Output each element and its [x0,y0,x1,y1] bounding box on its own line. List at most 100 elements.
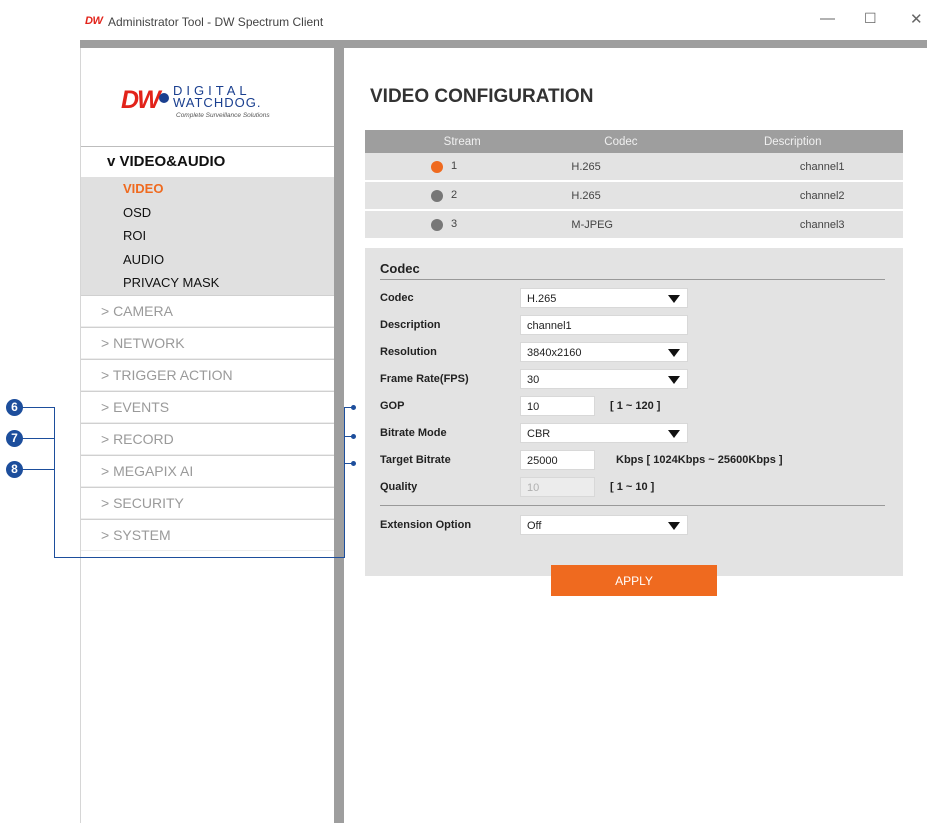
sidebar: DW DIGITAL WATCHDOG. Complete Surveillan… [80,48,335,823]
sidebar-section-video-audio[interactable]: v VIDEO&AUDIO [81,146,335,177]
sidebar-menu: v VIDEO&AUDIO VIDEO OSD ROI AUDIO PRIVAC… [81,146,335,551]
apply-button[interactable]: APPLY [551,565,717,596]
stream-codec: H.265 [559,153,683,182]
frame-rate-value: 30 [527,374,540,386]
callout-line [22,469,54,470]
extension-option-select[interactable]: Off [520,515,688,535]
brand-dot [159,93,169,103]
brand-mark: DW [121,86,161,114]
window-title: Administrator Tool - DW Spectrum Client [108,15,324,29]
window-title-bar: DW Administrator Tool - DW Spectrum Clie… [80,0,927,40]
frame-rate-label: Frame Rate(FPS) [380,373,469,385]
sidebar-item-security[interactable]: > SECURITY [81,486,335,519]
brand-line2: WATCHDOG. [173,95,262,110]
target-bitrate-row: Target Bitrate 25000 Kbps [ 1024Kbps ~ 2… [380,450,900,472]
resolution-select[interactable]: 3840x2160 [520,342,688,362]
column-header-codec: Codec [559,130,683,153]
callout-line [344,407,345,558]
gop-row: GOP 10 [ 1 ~ 120 ] [380,396,900,418]
sidebar-item-trigger-action[interactable]: > TRIGGER ACTION [81,358,335,391]
stream-table: Stream Codec Description 1 H.265 channel… [365,130,903,240]
stream-description: channel3 [682,210,903,240]
main-content: VIDEO CONFIGURATION Stream Codec Descrip… [344,48,927,823]
sidebar-item-network[interactable]: > NETWORK [81,326,335,359]
section-divider [380,505,885,506]
callout-dot [351,461,356,466]
target-bitrate-input[interactable]: 25000 [520,450,595,470]
table-header-row: Stream Codec Description [365,130,903,153]
sidebar-item-osd[interactable]: OSD [81,201,335,225]
close-button[interactable]: ✕ [910,10,923,28]
stream-radio[interactable] [431,218,443,231]
stream-number: 3 [451,218,458,231]
extension-option-value: Off [527,520,542,532]
stream-codec: H.265 [559,181,683,211]
codec-row: Codec H.265 [380,288,900,310]
description-input[interactable]: channel1 [520,315,688,335]
bitrate-mode-label: Bitrate Mode [380,427,447,439]
resolution-row: Resolution 3840x2160 [380,342,900,364]
frame-rate-select[interactable]: 30 [520,369,688,389]
gop-label: GOP [380,400,405,412]
bitrate-mode-row: Bitrate Mode CBR [380,423,900,445]
callout-8: 8 [6,461,23,478]
stream-radio[interactable] [431,189,443,202]
callout-dot [351,405,356,410]
video-audio-submenu: VIDEO OSD ROI AUDIO PRIVACY MASK [81,177,335,295]
callout-6: 6 [6,399,23,416]
sidebar-item-system[interactable]: > SYSTEM [81,518,335,551]
bitrate-mode-select[interactable]: CBR [520,423,688,443]
sidebar-item-megapix-ai[interactable]: > MEGAPIX AI [81,454,335,487]
description-row: Description channel1 [380,315,900,337]
callout-dot [351,434,356,439]
sidebar-item-privacy-mask[interactable]: PRIVACY MASK [81,271,335,295]
gop-input[interactable]: 10 [520,396,595,416]
dropdown-arrow-icon [668,349,680,357]
sidebar-item-video[interactable]: VIDEO [81,177,335,201]
stream-description: channel1 [682,153,903,182]
minimize-button[interactable]: — [820,10,835,27]
gop-range-hint: [ 1 ~ 120 ] [610,400,661,412]
stream-codec: M-JPEG [559,210,683,240]
quality-range-hint: [ 1 ~ 10 ] [610,481,655,493]
codec-settings-panel: Codec Codec H.265 Description channel1 R… [365,248,903,576]
column-header-stream: Stream [365,130,560,153]
target-bitrate-range-hint: Kbps [ 1024Kbps ~ 25600Kbps ] [616,454,783,466]
codec-select[interactable]: H.265 [520,288,688,308]
table-row[interactable]: 3 M-JPEG channel3 [365,210,903,240]
dropdown-arrow-icon [668,376,680,384]
callout-line [22,407,54,408]
codec-section-title: Codec [380,261,885,280]
stream-description: channel2 [682,181,903,211]
table-row[interactable]: 1 H.265 channel1 [365,153,903,182]
quality-input: 10 [520,477,595,497]
codec-label: Codec [380,292,414,304]
extension-option-label: Extension Option [380,519,472,531]
dropdown-arrow-icon [668,430,680,438]
quality-row: Quality 10 [ 1 ~ 10 ] [380,477,900,499]
sidebar-item-camera[interactable]: > CAMERA [81,294,335,327]
sidebar-item-record[interactable]: > RECORD [81,422,335,455]
resolution-value: 3840x2160 [527,347,582,359]
dropdown-arrow-icon [668,522,680,530]
extension-option-row: Extension Option Off [380,515,900,537]
callout-7: 7 [6,430,23,447]
stream-number: 2 [451,189,458,202]
sidebar-item-roi[interactable]: ROI [81,224,335,248]
stream-number: 1 [451,160,458,173]
sidebar-item-audio[interactable]: AUDIO [81,248,335,272]
table-row[interactable]: 2 H.265 channel2 [365,181,903,211]
brand-tagline: Complete Surveillance Solutions [176,112,270,119]
maximize-button[interactable]: ☐ [864,10,877,27]
codec-value: H.265 [527,293,557,305]
app-logo: DW [85,15,103,27]
header-strip [80,40,927,48]
description-label: Description [380,319,441,331]
quality-label: Quality [380,481,418,493]
sidebar-divider[interactable] [334,48,344,823]
resolution-label: Resolution [380,346,437,358]
callout-line [22,438,54,439]
stream-radio-selected[interactable] [431,160,443,173]
frame-rate-row: Frame Rate(FPS) 30 [380,369,900,391]
sidebar-item-events[interactable]: > EVENTS [81,390,335,423]
